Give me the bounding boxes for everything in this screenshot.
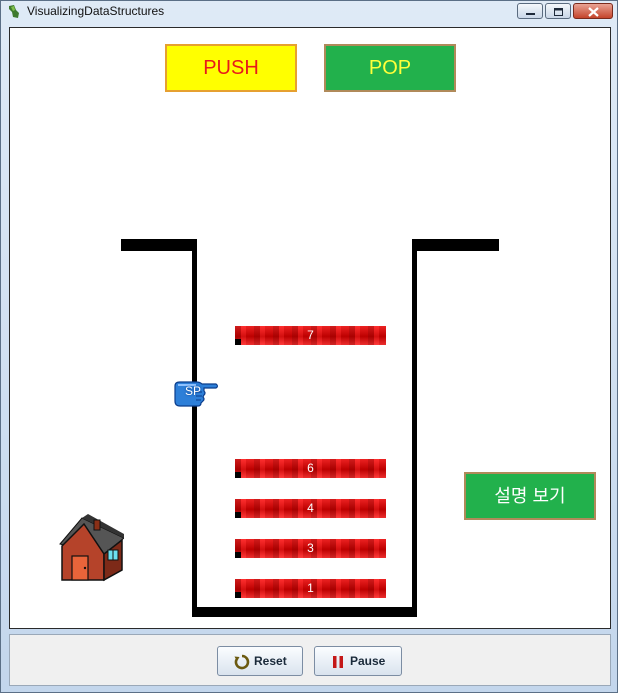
maximize-icon — [554, 8, 563, 16]
maximize-button[interactable] — [545, 3, 571, 19]
stack-left-wall — [192, 239, 197, 617]
pause-icon — [333, 656, 343, 668]
app-icon — [9, 5, 19, 18]
pop-button[interactable]: POP — [324, 44, 456, 92]
stack-block-value: 4 — [307, 501, 314, 515]
minimize-icon — [526, 13, 535, 15]
stack-block: 1 — [235, 579, 386, 598]
visualization-canvas: PUSH POP 7 6 4 3 1 SP 설명 보기 — [9, 27, 611, 629]
stack-block-value: 3 — [307, 541, 314, 555]
stack-left-rim — [121, 239, 197, 251]
stack-pointer-label: SP — [185, 384, 202, 398]
pause-label: Pause — [350, 654, 386, 668]
push-button[interactable]: PUSH — [165, 44, 297, 92]
reset-label: Reset — [254, 654, 287, 668]
stack-block: 6 — [235, 459, 386, 478]
window-title: VisualizingDataStructures — [27, 4, 165, 18]
stack-block: 3 — [235, 539, 386, 558]
stack-right-wall — [412, 239, 417, 617]
close-button[interactable] — [573, 3, 613, 19]
pause-button[interactable]: Pause — [314, 646, 402, 676]
reset-icon — [234, 654, 250, 670]
stack-pointer: SP — [172, 378, 220, 408]
stack-block-value: 6 — [307, 461, 314, 475]
stack-block: 4 — [235, 499, 386, 518]
house-icon[interactable] — [54, 510, 124, 582]
stack-floor — [192, 607, 417, 617]
stack-block-value: 7 — [307, 328, 314, 342]
stack-block-value: 1 — [307, 581, 314, 595]
stack-right-rim — [412, 239, 499, 251]
stack-block: 7 — [235, 326, 386, 345]
close-icon — [588, 7, 599, 17]
app-window: VisualizingDataStructures PUSH POP 7 6 4… — [0, 0, 618, 693]
minimize-button[interactable] — [517, 3, 543, 19]
show-description-button[interactable]: 설명 보기 — [464, 472, 596, 520]
title-bar[interactable]: VisualizingDataStructures — [1, 1, 617, 23]
control-panel: Reset Pause — [9, 634, 611, 686]
reset-button[interactable]: Reset — [217, 646, 303, 676]
